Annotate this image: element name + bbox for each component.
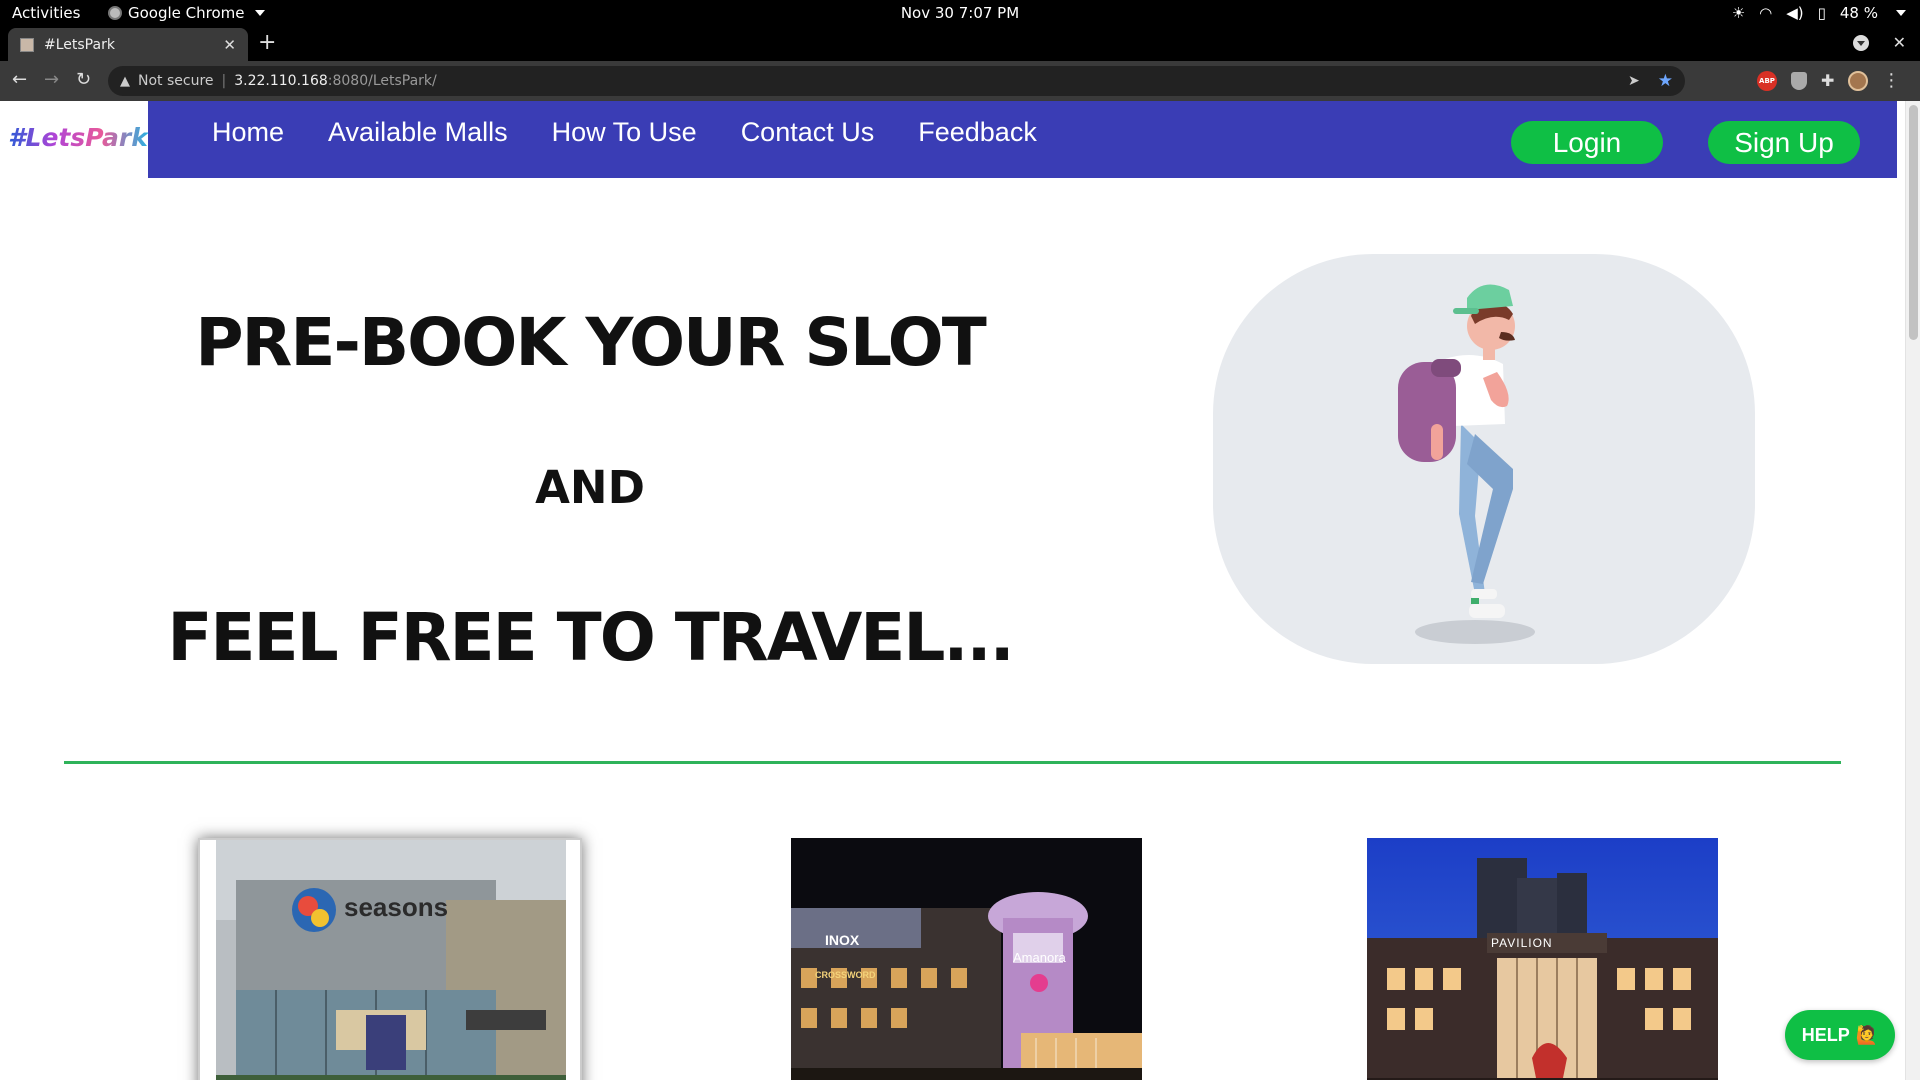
page-scrollbar[interactable] bbox=[1905, 101, 1920, 1080]
person-emoji-icon: 🙋 bbox=[1855, 1024, 1879, 1045]
chevron-down-icon bbox=[254, 10, 265, 16]
warning-icon: ▲ bbox=[120, 73, 130, 89]
logo-underline bbox=[8, 174, 148, 178]
favicon-icon bbox=[20, 37, 34, 52]
page-viewport: #LetsPark Home Available Malls How To Us… bbox=[0, 101, 1920, 1080]
address-bar[interactable]: ▲ Not secure | 3.22.110.168:8080/LetsPar… bbox=[108, 66, 1685, 96]
site-logo[interactable]: #LetsPark bbox=[8, 101, 148, 174]
nav-links: Home Available Malls How To Use Contact … bbox=[212, 117, 1037, 148]
nav-contact-us[interactable]: Contact Us bbox=[741, 117, 875, 148]
url-host: 3.22.110.168 bbox=[234, 73, 328, 89]
mall-card-seasons[interactable]: seasons bbox=[198, 838, 582, 1080]
battery-percent: 48 % bbox=[1839, 4, 1878, 22]
nav-home[interactable]: Home bbox=[212, 117, 284, 148]
hero-headline: PRE-BOOK YOUR SLOT bbox=[195, 304, 987, 381]
system-tray[interactable]: ☀ ◠ ◀) ▯ 48 % bbox=[1732, 4, 1906, 22]
mall-image-pavilion: PAVILION bbox=[1367, 838, 1718, 1080]
bookmark-star-icon[interactable]: ★ bbox=[1658, 71, 1673, 91]
security-label: Not secure bbox=[138, 73, 214, 89]
back-icon[interactable]: ← bbox=[12, 69, 27, 90]
battery-icon: ▯ bbox=[1817, 4, 1826, 22]
hero-tagline: FEEL FREE TO TRAVEL... bbox=[167, 599, 1014, 676]
mall-sign-pavilion: PAVILION bbox=[1491, 936, 1553, 950]
brightness-icon: ☀ bbox=[1731, 4, 1746, 22]
chevron-down-icon bbox=[1896, 10, 1906, 16]
reload-icon[interactable]: ↻ bbox=[76, 69, 91, 90]
logo-text: #LetsPark bbox=[8, 123, 148, 152]
clock[interactable]: Nov 30 7:07 PM bbox=[901, 4, 1019, 22]
nav-feedback[interactable]: Feedback bbox=[918, 117, 1037, 148]
omnibox-separator: | bbox=[221, 73, 227, 89]
signup-button[interactable]: Sign Up bbox=[1708, 121, 1860, 164]
app-menu-label: Google Chrome bbox=[128, 4, 245, 22]
window-close-icon[interactable]: ✕ bbox=[1893, 33, 1906, 52]
adblock-icon[interactable]: ABP bbox=[1757, 70, 1777, 91]
mall-sign-inox: INOX bbox=[825, 932, 860, 948]
nav-how-to-use[interactable]: How To Use bbox=[552, 117, 697, 148]
help-label: HELP bbox=[1801, 1024, 1850, 1045]
mall-card-pavilion[interactable]: PAVILION bbox=[1367, 838, 1718, 1080]
shield-extension-icon[interactable] bbox=[1791, 71, 1807, 90]
system-top-bar: Activities Google Chrome Nov 30 7:07 PM … bbox=[0, 0, 1920, 27]
new-tab-button[interactable]: + bbox=[258, 30, 276, 55]
hero-conjunction: AND bbox=[535, 461, 645, 514]
app-menu[interactable]: Google Chrome bbox=[108, 4, 265, 22]
forward-icon[interactable]: → bbox=[44, 69, 59, 90]
profile-avatar[interactable] bbox=[1848, 70, 1869, 91]
traveler-illustration bbox=[1213, 254, 1755, 664]
browser-tab[interactable]: #LetsPark ✕ bbox=[8, 28, 248, 61]
mall-image-seasons: seasons bbox=[216, 840, 566, 1080]
volume-icon: ◀) bbox=[1786, 4, 1804, 22]
menu-kebab-icon[interactable]: ⋮ bbox=[1882, 70, 1900, 91]
mall-sign-seasons: seasons bbox=[344, 892, 449, 922]
traveler-figure-icon bbox=[1398, 284, 1535, 644]
help-button[interactable]: HELP 🙋 bbox=[1785, 1010, 1895, 1060]
login-button[interactable]: Login bbox=[1511, 121, 1663, 164]
nav-available-malls[interactable]: Available Malls bbox=[328, 117, 508, 148]
send-icon[interactable]: ➤ bbox=[1628, 73, 1640, 89]
chrome-icon bbox=[108, 6, 122, 20]
url-path: :8080/LetsPark/ bbox=[327, 73, 437, 89]
tab-title: #LetsPark bbox=[44, 36, 115, 53]
mall-card-amanora[interactable]: INOX CROSSWORD Amanora bbox=[791, 838, 1142, 1080]
tab-search-icon[interactable] bbox=[1852, 34, 1869, 51]
extensions-puzzle-icon[interactable]: ✚ bbox=[1821, 71, 1834, 90]
section-divider bbox=[64, 761, 1841, 764]
site-navbar: #LetsPark Home Available Malls How To Us… bbox=[8, 101, 1897, 178]
scrollbar-thumb[interactable] bbox=[1909, 105, 1918, 340]
tab-strip: #LetsPark ✕ + ✕ bbox=[0, 27, 1920, 61]
activities-button[interactable]: Activities bbox=[12, 4, 80, 22]
mall-sign-crossword: CROSSWORD bbox=[815, 970, 876, 980]
wifi-icon: ◠ bbox=[1759, 4, 1773, 22]
browser-toolbar: ← → ↻ ▲ Not secure | 3.22.110.168:8080/L… bbox=[0, 61, 1920, 101]
close-icon[interactable]: ✕ bbox=[223, 36, 236, 54]
mall-sign-amanora: Amanora bbox=[1013, 950, 1066, 965]
mall-image-amanora: INOX CROSSWORD Amanora bbox=[791, 838, 1142, 1080]
